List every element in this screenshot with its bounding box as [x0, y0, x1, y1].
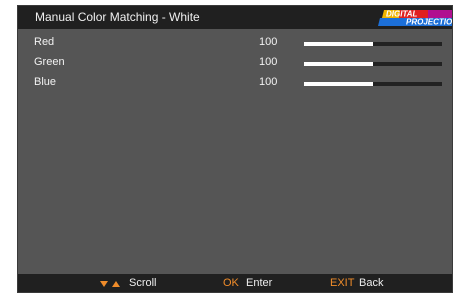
- row-label-green: Green: [34, 56, 65, 68]
- footer-bar: Scroll OK Enter EXIT Back: [17, 274, 453, 293]
- footer-exit-key[interactable]: EXIT: [330, 277, 354, 289]
- row-value-green: 100: [259, 56, 278, 68]
- footer-ok-key[interactable]: OK: [223, 277, 239, 289]
- header-bar: Manual Color Matching - White DIGITAL PR…: [17, 5, 453, 29]
- menu-row-green[interactable]: Green 100: [17, 53, 453, 73]
- page-title: Manual Color Matching - White: [35, 10, 200, 24]
- row-label-blue: Blue: [34, 76, 57, 88]
- up-down-arrows-icon: [100, 281, 120, 287]
- footer-back-label: Back: [359, 277, 384, 289]
- slider-red[interactable]: [304, 42, 442, 46]
- menu-row-blue[interactable]: Blue 100: [17, 73, 453, 93]
- slider-blue[interactable]: [304, 82, 442, 86]
- slider-green[interactable]: [304, 62, 442, 66]
- osd-menu: Manual Color Matching - White DIGITAL PR…: [17, 5, 453, 293]
- slider-fill-blue: [304, 82, 373, 86]
- footer-scroll-label: Scroll: [129, 277, 157, 289]
- slider-fill-red: [304, 42, 373, 46]
- footer-enter-label: Enter: [246, 277, 273, 289]
- digital-projection-logo: DIGITAL PROJECTION: [378, 10, 453, 27]
- row-value-blue: 100: [259, 76, 278, 88]
- row-label-red: Red: [34, 36, 55, 48]
- row-value-red: 100: [259, 36, 278, 48]
- logo-text-projection: PROJECTION: [406, 18, 453, 27]
- slider-fill-green: [304, 62, 373, 66]
- menu-row-red[interactable]: Red 100: [17, 33, 453, 53]
